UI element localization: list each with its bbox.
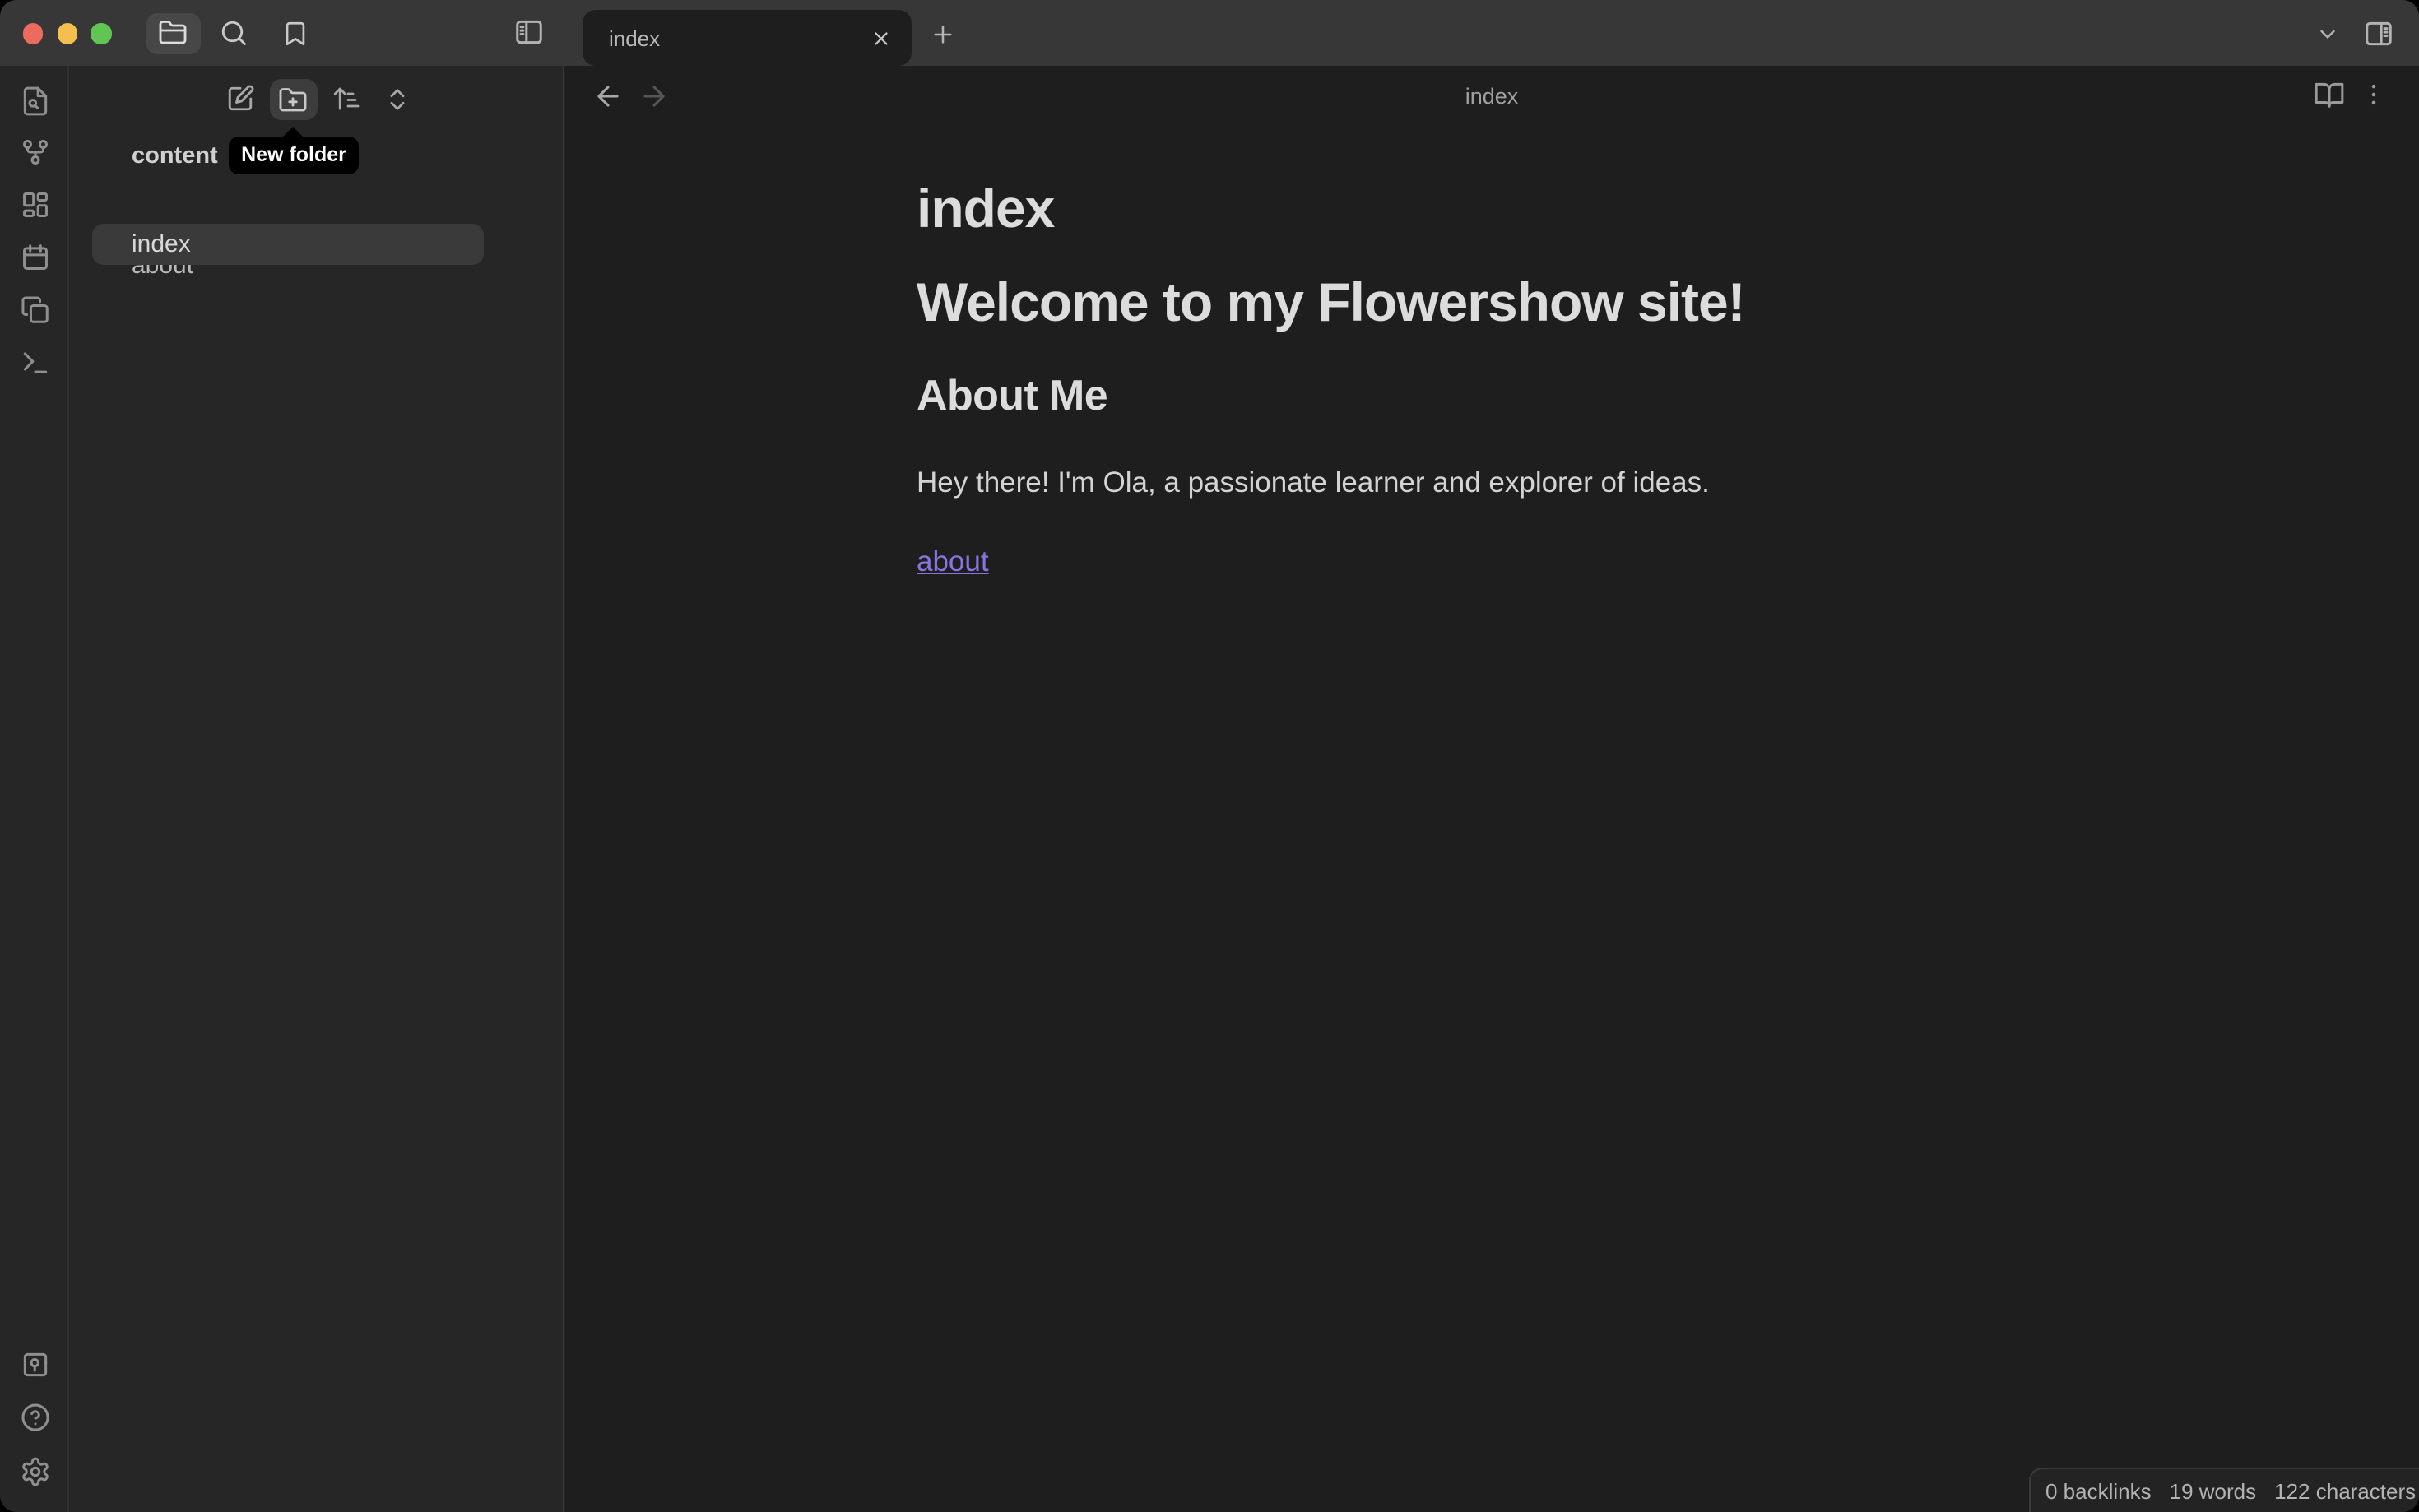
tooltip-caret	[282, 126, 302, 136]
bookmarks-view-button[interactable]	[280, 18, 309, 48]
folder-icon	[159, 18, 188, 48]
sort-icon	[333, 87, 360, 110]
traffic-light-close[interactable]	[22, 23, 43, 44]
chevron-down-icon	[2315, 21, 2340, 45]
new-note-button[interactable]	[225, 84, 254, 114]
right-sidebar-toggle[interactable]	[2363, 17, 2394, 49]
vault-icon	[22, 1352, 47, 1376]
terminal-icon	[22, 351, 47, 373]
ribbon	[0, 66, 69, 1512]
panel-left-icon	[513, 16, 545, 48]
bookmark-icon	[281, 19, 309, 47]
left-sidebar-toggle[interactable]	[513, 16, 545, 48]
tab-close-button[interactable]	[866, 23, 895, 53]
tab-list-button[interactable]	[2315, 23, 2340, 43]
layout-dashboard-icon	[22, 192, 47, 216]
plus-icon	[930, 21, 956, 48]
note-subheading: About Me	[917, 370, 1108, 420]
search-icon	[219, 18, 248, 48]
ribbon-templates[interactable]	[19, 294, 50, 325]
new-note-icon	[227, 85, 253, 111]
file-name: index	[132, 230, 191, 258]
sort-order-button[interactable]	[331, 84, 360, 114]
breadcrumb[interactable]: index	[564, 84, 2419, 109]
ribbon-canvas[interactable]	[19, 188, 50, 220]
git-fork-icon	[22, 140, 47, 165]
ribbon-help[interactable]	[19, 1402, 50, 1433]
about-link[interactable]: about	[917, 545, 989, 577]
status-bar: 0 backlinks 19 words 122 characters	[2029, 1468, 2419, 1512]
note-title: index	[917, 178, 1055, 239]
collapse-all-button[interactable]	[383, 85, 411, 113]
more-options-button[interactable]	[2360, 79, 2388, 110]
settings-gear-icon	[21, 1456, 48, 1486]
more-vertical-icon	[2371, 84, 2376, 105]
help-icon	[21, 1403, 49, 1431]
note-paragraph: Hey there! I'm Ola, a passionate learner…	[917, 466, 1710, 499]
tab-index[interactable]: index	[583, 10, 912, 66]
file-search-icon	[22, 86, 47, 115]
new-folder-button[interactable]	[269, 79, 317, 120]
character-count[interactable]: 122 characters	[2274, 1478, 2416, 1503]
new-folder-tooltip: New folder	[229, 136, 359, 174]
file-item-index[interactable]: index	[92, 224, 484, 265]
file-explorer-view-button[interactable]	[146, 12, 200, 53]
editor-pane: index index Welcome to my Flowershow sit…	[564, 66, 2419, 1512]
note-link-wrap: about	[917, 545, 2101, 579]
ribbon-settings[interactable]	[19, 1455, 50, 1486]
tab-title: index	[609, 26, 661, 50]
obsidian-window: index New folder content about index ind…	[0, 0, 2419, 1512]
chevrons-up-down-icon	[389, 88, 404, 109]
panel-right-icon	[2363, 17, 2394, 49]
vault-title[interactable]: content	[132, 143, 218, 169]
word-count[interactable]: 19 words	[2170, 1478, 2257, 1503]
new-folder-icon	[279, 87, 307, 111]
book-open-icon	[2315, 82, 2344, 108]
new-tab-button[interactable]	[930, 21, 956, 48]
calendar-icon	[22, 243, 47, 269]
reading-mode-button[interactable]	[2314, 79, 2345, 110]
traffic-light-minimize[interactable]	[57, 23, 77, 44]
search-view-button[interactable]	[219, 18, 248, 48]
ribbon-daily-note[interactable]	[19, 241, 50, 272]
titlebar: index	[0, 0, 2419, 66]
copy-icon	[21, 295, 48, 322]
ribbon-graph-view[interactable]	[19, 137, 50, 168]
tooltip-text: New folder	[241, 143, 346, 166]
note-heading: Welcome to my Flowershow site!	[917, 271, 1746, 332]
traffic-light-zoom[interactable]	[91, 23, 111, 44]
ribbon-vault-switcher[interactable]	[19, 1348, 50, 1380]
main-area: New folder content about index index ind…	[0, 66, 2419, 1512]
ribbon-quick-switcher[interactable]	[19, 85, 50, 116]
ribbon-terminal[interactable]	[19, 346, 50, 378]
file-explorer: New folder content about index	[69, 66, 564, 1512]
backlinks-count[interactable]: 0 backlinks	[2045, 1478, 2152, 1503]
close-icon	[874, 31, 887, 44]
